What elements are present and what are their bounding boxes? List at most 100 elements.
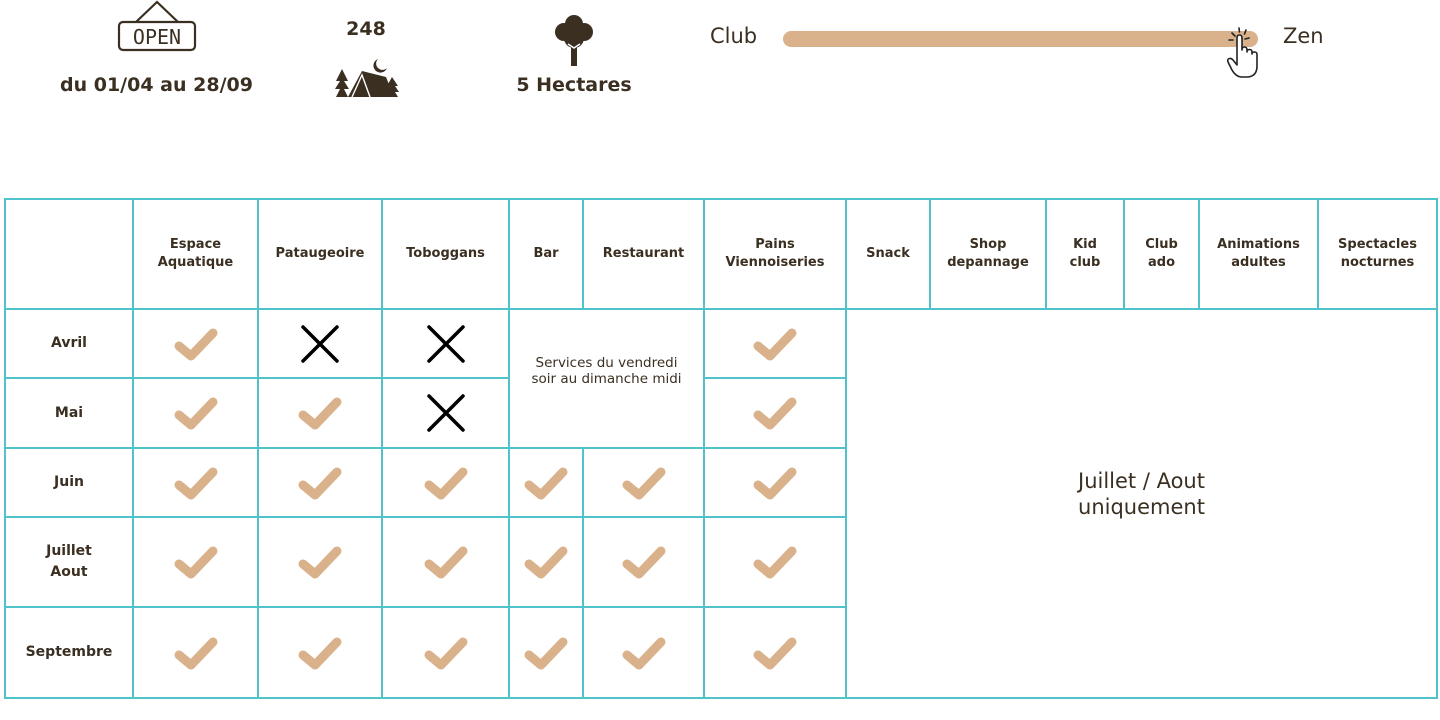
column-header: Animations adultes [1198,198,1319,310]
column-header-label: Pains Viennoiseries [725,237,825,270]
table-cell-pains-viennoiseries [703,377,847,449]
table-cell-restaurant [582,447,705,518]
check-icon [620,542,668,582]
table-cell-pataugeoire [257,447,383,518]
open-sign-icon: OPEN [116,0,198,52]
table-cell-espace-aquatique [132,447,259,518]
slider-label-club: Club [710,24,758,48]
table-cell-toboggans [381,308,510,379]
row-header: Juillet Aout [4,516,134,608]
month-label: Juillet Aout [46,543,92,580]
check-icon [296,542,344,582]
open-sign-text: OPEN [133,25,181,49]
table-cell-pataugeoire [257,516,383,608]
month-label: Septembre [25,644,113,660]
check-icon [172,393,220,433]
check-icon [522,463,570,503]
column-header: Snack [845,198,931,310]
check-icon [751,393,799,433]
month-label: Avril [51,335,87,351]
check-icon [172,633,220,673]
check-icon [172,542,220,582]
table-cell-espace-aquatique [132,377,259,449]
check-icon [172,463,220,503]
slider-label-zen: Zen [1283,24,1324,48]
row-header: Mai [4,377,134,449]
table-cell-pains-viennoiseries [703,447,847,518]
column-header: Toboggans [381,198,510,310]
table-cell-toboggans [381,606,510,699]
table-cell-restaurant [582,516,705,608]
pointing-hand-cursor-icon [1223,26,1263,80]
column-header: Shop depannage [929,198,1047,310]
column-header-label: Restaurant [602,246,685,261]
column-header: Spectacles nocturnes [1317,198,1438,310]
opening-dates: du 01/04 au 28/09 [60,74,253,96]
ambience-slider[interactable] [783,31,1258,47]
table-cell-pains-viennoiseries [703,516,847,608]
column-header-label: Bar [533,246,559,261]
column-header: Pains Viennoiseries [703,198,847,310]
month-label: Juin [54,474,84,490]
summer-only-text: Juillet / Aout uniquement [1078,468,1205,519]
header-corner [4,198,134,310]
table-cell-bar [508,447,584,518]
table-cell-toboggans [381,377,510,449]
column-header-label: Pataugeoire [275,246,365,261]
column-header-label: Shop depannage [947,237,1029,270]
check-icon [751,633,799,673]
tree-icon [553,14,595,66]
column-header: Club ado [1123,198,1200,310]
check-icon [296,393,344,433]
summer-only-note: Juillet / Aout uniquement [845,308,1438,699]
column-header: Bar [508,198,584,310]
cross-icon [424,322,468,366]
check-icon [422,633,470,673]
column-header: Restaurant [582,198,705,310]
table-cell-restaurant [582,606,705,699]
table-cell-toboggans [381,447,510,518]
row-header: Avril [4,308,134,379]
services-table: Espace Aquatique Pataugeoire Toboggans Bar R… [4,198,1438,699]
cross-icon [424,391,468,435]
table-cell-pataugeoire [257,606,383,699]
month-label: Mai [54,404,84,421]
check-icon [422,463,470,503]
row-header: Septembre [4,606,134,699]
check-icon [296,633,344,673]
weekend-service-text: Services du vendredi soir au dimanche mi… [531,354,682,387]
area-size: 5 Hectares [516,74,632,96]
column-header: Pataugeoire [257,198,383,310]
table-cell-bar [508,606,584,699]
cross-icon [298,322,342,366]
check-icon [422,542,470,582]
check-icon [620,633,668,673]
check-icon [620,463,668,503]
table-cell-pataugeoire [257,308,383,379]
column-header-label: Spectacles nocturnes [1338,237,1417,270]
table-cell-pataugeoire [257,377,383,449]
check-icon [522,633,570,673]
table-cell-espace-aquatique [132,516,259,608]
column-header: Kid club [1045,198,1125,310]
column-header-label: Animations adultes [1217,237,1300,270]
weekend-service-note: Services du vendredi soir au dimanche mi… [508,308,705,449]
column-header-label: Toboggans [406,246,485,261]
table-cell-espace-aquatique [132,308,259,379]
tent-camp-icon [334,55,400,99]
column-header-label: Club ado [1145,237,1178,270]
column-header-label: Espace Aquatique [157,237,234,270]
table-cell-toboggans [381,516,510,608]
table-cell-bar [508,516,584,608]
table-cell-pains-viennoiseries [703,308,847,379]
column-header-label: Kid club [1069,237,1101,270]
column-header-label: Snack [866,246,910,261]
check-icon [751,542,799,582]
check-icon [751,463,799,503]
check-icon [522,542,570,582]
table-cell-espace-aquatique [132,606,259,699]
pitches-count: 248 [346,18,386,40]
table-cell-pains-viennoiseries [703,606,847,699]
column-header: Espace Aquatique [132,198,259,310]
check-icon [172,324,220,364]
